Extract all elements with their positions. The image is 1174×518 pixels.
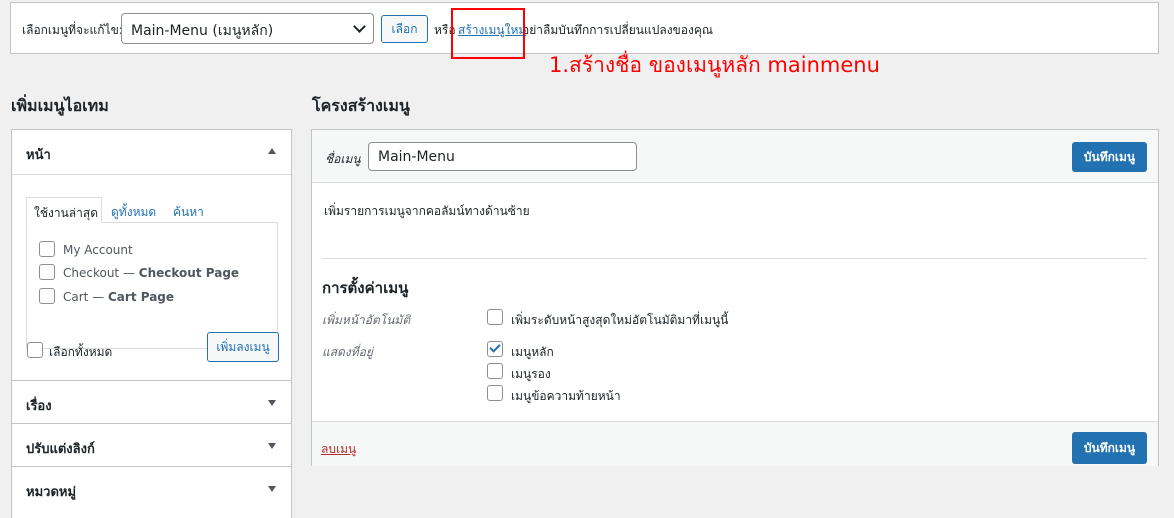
location-secondary-label: เมนูรอง [511,367,551,381]
save-reminder: อย่าลืมบันทึกการเปลี่ยนแปลงของคุณ [522,23,713,37]
select-button[interactable]: เลือก [381,15,428,43]
add-menu-items-heading: เพิ่มเมนูไอเทม [11,96,109,115]
annotation-text: 1.สร้างชื่อ ของเมนูหลัก mainmenu [549,53,880,77]
tab-recent-label: ใช้งานล่าสุด [34,206,99,220]
select-all-checkbox[interactable] [27,342,43,358]
caret-down-icon [268,400,276,406]
chevron-down-icon [353,20,366,33]
save-menu-button-bottom[interactable]: บันทึกเมนู [1072,432,1147,464]
delete-menu-link[interactable]: ลบเมนู [321,440,356,459]
page-checkbox[interactable] [39,241,55,257]
pages-section-title: หน้า [26,148,51,163]
page-checkbox[interactable] [39,288,55,304]
page-label-prefix: Cart — [63,290,108,304]
menu-name-label: ชื่อเมนู [325,152,361,166]
menu-instructions: เพิ่มรายการเมนูจากคอลัมน์ทางด้านซ้าย [324,204,530,218]
menu-settings-title: การตั้งค่าเมนู [322,279,409,297]
select-menu-label: เลือกเมนูที่จะแก้ไข: [22,23,123,37]
page-label: Cart — Cart Page [63,290,174,304]
auto-add-checkbox[interactable] [487,309,503,325]
page-label-bold: Checkout Page [138,266,240,280]
menu-name-value: Main-Menu [378,149,455,165]
auto-add-option-label: เพิ่มระดับหน้าสูงสุดใหม่อัตโนมัติมาที่เม… [511,313,729,327]
categories-panel[interactable]: หมวดหมู่ [11,466,292,518]
page-label: Checkout — Checkout Page [63,266,239,280]
location-footer-checkbox[interactable] [487,385,503,401]
add-to-menu-button[interactable]: เพิ่มลงเมนู [207,332,279,362]
tab-view-all[interactable]: ดูทั้งหมด [111,203,156,222]
save-menu-button[interactable]: บันทึกเมนู [1072,142,1147,172]
menu-name-input[interactable]: Main-Menu [368,142,637,171]
tab-recent[interactable]: ใช้งานล่าสุด [26,197,102,223]
auto-add-label: เพิ่มหน้าอัตโนมัติ [322,313,411,327]
posts-panel[interactable]: เรื่อง [11,380,292,424]
page-label: My Account [63,243,133,257]
pages-section-header[interactable]: หน้า [12,130,291,175]
select-all-label: เลือกทั้งหมด [49,345,113,359]
recent-pages-list: My Account Checkout — Checkout Page Cart… [26,222,278,349]
caret-up-icon [268,148,276,154]
caret-down-icon [268,486,276,492]
menu-editor-panel: ชื่อเมนู Main-Menu บันทึกเมนู เพิ่มรายกา… [311,129,1159,466]
custom-links-panel[interactable]: ปรับแต่งลิงก์ [11,423,292,467]
location-primary-checkbox[interactable] [487,341,503,357]
menu-header-area: ชื่อเมนู Main-Menu บันทึกเมนู [312,130,1158,183]
custom-links-section-title: ปรับแต่งลิงก์ [26,442,95,457]
categories-section-title: หมวดหมู่ [26,485,77,500]
caret-down-icon [268,443,276,449]
menu-select-dropdown[interactable]: Main-Menu (เมนูหลัก) [121,13,374,44]
tab-search[interactable]: ค้นหา [173,203,204,222]
page-label-bold: Cart Page [108,290,175,304]
posts-section-title: เรื่อง [26,399,52,414]
menu-select-value: Main-Menu (เมนูหลัก) [131,23,274,39]
location-footer-label: เมนูข้อความท้ายหน้า [511,389,621,403]
page-checkbox[interactable] [39,264,55,280]
pages-panel: หน้า ใช้งานล่าสุด ดูทั้งหมด ค้นหา My Acc… [11,129,292,381]
display-location-label: แสดงที่อยู่ [322,345,373,359]
menu-footer-area [312,421,1158,466]
location-secondary-checkbox[interactable] [487,363,503,379]
divider [322,258,1147,259]
annotation-box [451,8,525,59]
page-label-prefix: Checkout — [63,266,139,280]
location-primary-label: เมนูหลัก [511,345,554,359]
menu-structure-heading: โครงสร้างเมนู [312,96,410,115]
